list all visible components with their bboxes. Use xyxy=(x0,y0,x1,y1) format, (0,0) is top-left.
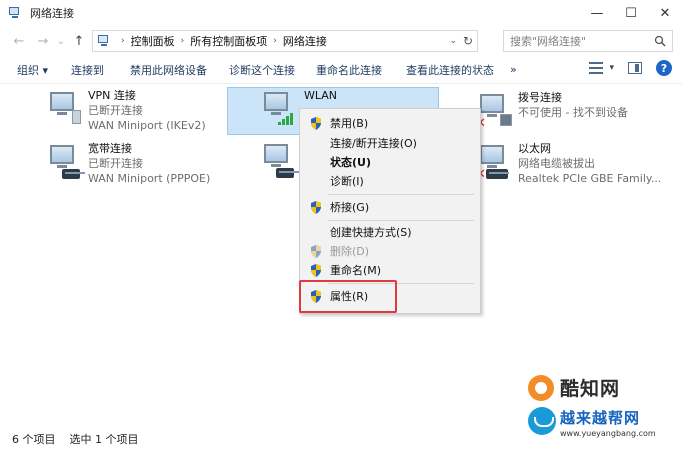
address-dropdown-icon[interactable]: ⌄ xyxy=(449,36,457,46)
navigation-row: ← → ⌄ ↑ › 控制面板 › 所有控制面板项 › 网络连接 ⌄ ↻ 搜索"网… xyxy=(0,28,682,54)
diagnose-button[interactable]: 诊断这个连接 xyxy=(229,62,295,78)
connection-item-vpn[interactable]: VPN 连接 已断开连接 WAN Miniport (IKEv2) xyxy=(44,88,214,134)
connection-item-dialup[interactable]: ✕ 拨号连接 不可使用 - 找不到设备 xyxy=(474,90,654,136)
shield-icon xyxy=(311,245,321,258)
watermark-site: 越来越帮网 www.yueyangbang.com xyxy=(528,405,680,447)
menu-item-disable[interactable]: 禁用(B) xyxy=(300,113,480,133)
connection-status: 已断开连接 xyxy=(88,157,143,170)
watermark-logo-icon xyxy=(528,374,554,401)
menu-label: 桥接(G) xyxy=(330,201,370,214)
window-title: 网络连接 xyxy=(30,7,74,20)
wifi-signal-icon xyxy=(278,113,294,125)
connection-item-hidden[interactable] xyxy=(258,140,299,186)
view-controls: ▾ ? xyxy=(589,60,672,76)
item-count: 6 个项目 xyxy=(12,433,56,446)
watermark-site-icon xyxy=(528,407,556,435)
chevron-right-icon[interactable]: › xyxy=(181,36,185,46)
address-bar[interactable]: › 控制面板 › 所有控制面板项 › 网络连接 ⌄ ↻ xyxy=(92,30,478,52)
shield-icon xyxy=(311,264,321,277)
connection-status: 已断开连接 xyxy=(88,104,143,117)
menu-label: 禁用(B) xyxy=(330,117,369,130)
command-bar: 组织 ▾ 连接到 禁用此网络设备 诊断这个连接 重命名此连接 查看此连接的状态 … xyxy=(0,56,682,84)
connection-status: 不可使用 - 找不到设备 xyxy=(518,106,628,119)
menu-label: 连接/断开连接(O) xyxy=(330,137,417,150)
up-icon[interactable]: ↑ xyxy=(70,31,88,51)
preview-pane-icon[interactable] xyxy=(628,62,642,74)
view-status-button[interactable]: 查看此连接的状态 xyxy=(406,62,494,78)
breadcrumb-network-connections[interactable]: 网络连接 xyxy=(283,33,327,49)
connection-status: 网络电缆被拔出 xyxy=(518,157,595,170)
chevron-right-icon[interactable]: › xyxy=(121,36,125,46)
connection-item-ethernet[interactable]: ✕ 以太网 网络电缆被拔出 Realtek PCIe GBE Family... xyxy=(474,141,674,187)
watermark-site-name: 越来越帮网 xyxy=(560,409,641,427)
properties-highlight-box xyxy=(299,280,397,313)
connection-name: VPN 连接 xyxy=(88,89,136,102)
control-panel-icon xyxy=(97,34,111,48)
close-button[interactable]: ✕ xyxy=(648,0,682,26)
view-dropdown-icon[interactable]: ▾ xyxy=(609,63,614,73)
menu-item-create-shortcut[interactable]: 创建快捷方式(S) xyxy=(300,222,480,242)
view-list-icon xyxy=(589,62,604,74)
connection-device: WAN Miniport (PPPOE) xyxy=(88,172,211,185)
forward-icon[interactable]: → xyxy=(34,31,52,51)
maximize-button[interactable]: ☐ xyxy=(614,0,648,26)
broadband-connection-icon xyxy=(44,141,85,181)
menu-label: 状态(U) xyxy=(330,156,371,169)
menu-item-bridge[interactable]: 桥接(G) xyxy=(300,197,480,217)
recent-locations-icon[interactable]: ⌄ xyxy=(52,31,70,51)
watermark-logo-text: 酷知网 xyxy=(560,378,621,400)
watermark-logo: 酷知网 xyxy=(528,374,620,401)
change-view-button[interactable]: ▾ xyxy=(589,62,614,74)
shield-icon xyxy=(311,117,321,130)
menu-separator xyxy=(328,194,474,195)
network-connections-icon xyxy=(8,6,22,20)
title-bar: 网络连接 — ☐ ✕ xyxy=(0,0,682,26)
menu-item-diagnose[interactable]: 诊断(I) xyxy=(300,171,480,191)
menu-label: 诊断(I) xyxy=(330,175,364,188)
vpn-connection-icon xyxy=(44,88,84,128)
watermark-site-url: www.yueyangbang.com xyxy=(560,429,656,438)
menu-label: 删除(D) xyxy=(330,245,370,258)
connection-name: 拨号连接 xyxy=(518,91,562,104)
back-icon[interactable]: ← xyxy=(10,31,28,51)
connection-item-broadband[interactable]: 宽带连接 已断开连接 WAN Miniport (PPPOE) xyxy=(44,141,214,187)
menu-item-rename[interactable]: 重命名(M) xyxy=(300,260,480,280)
search-input[interactable]: 搜索"网络连接" xyxy=(503,30,673,52)
refresh-icon[interactable]: ↻ xyxy=(463,34,473,48)
connect-to-button[interactable]: 连接到 xyxy=(71,62,104,78)
window-controls: — ☐ ✕ xyxy=(580,0,682,26)
breadcrumb-control-panel[interactable]: 控制面板 xyxy=(131,33,175,49)
menu-separator xyxy=(328,220,474,221)
search-placeholder: 搜索"网络连接" xyxy=(510,35,587,48)
chevron-right-icon[interactable]: › xyxy=(273,36,277,46)
selected-count: 选中 1 个项目 xyxy=(69,433,139,446)
search-icon[interactable] xyxy=(654,35,666,47)
breadcrumb-all-items[interactable]: 所有控制面板项 xyxy=(190,33,267,49)
wifi-connection-icon xyxy=(258,88,298,128)
connection-name: 以太网 xyxy=(518,142,551,155)
connection-device: WAN Miniport (IKEv2) xyxy=(88,119,206,132)
menu-item-status[interactable]: 状态(U) xyxy=(300,152,480,172)
connection-name: 宽带连接 xyxy=(88,142,132,155)
menu-label: 重命名(M) xyxy=(330,264,382,277)
network-connection-icon xyxy=(258,140,299,180)
menu-item-delete[interactable]: 删除(D) xyxy=(300,241,480,261)
organize-button[interactable]: 组织 ▾ xyxy=(17,62,48,78)
connection-name: WLAN xyxy=(304,89,338,102)
help-icon[interactable]: ? xyxy=(656,60,672,76)
minimize-button[interactable]: — xyxy=(580,0,614,26)
menu-label: 创建快捷方式(S) xyxy=(330,226,412,239)
menu-item-connect-disconnect[interactable]: 连接/断开连接(O) xyxy=(300,133,480,153)
more-commands-button[interactable]: » xyxy=(510,63,517,76)
connection-device: Realtek PCIe GBE Family... xyxy=(518,172,662,185)
rename-button[interactable]: 重命名此连接 xyxy=(316,62,382,78)
shield-icon xyxy=(311,201,321,214)
disable-device-button[interactable]: 禁用此网络设备 xyxy=(130,62,207,78)
